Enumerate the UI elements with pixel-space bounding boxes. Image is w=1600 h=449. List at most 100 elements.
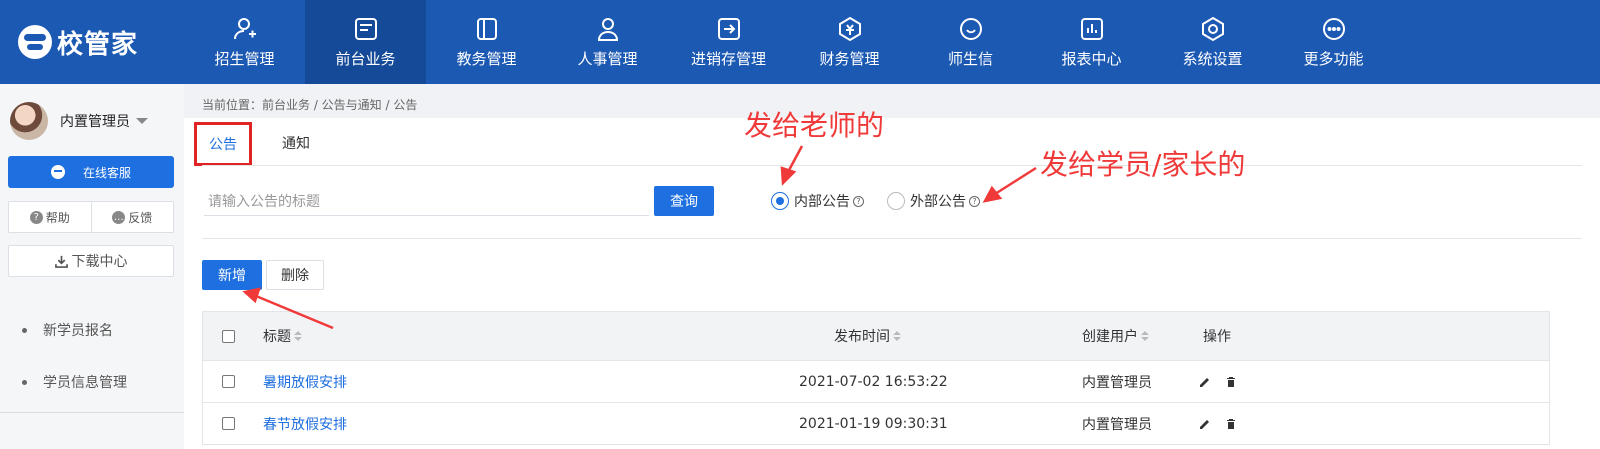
user-profile[interactable]: 内置管理员 (10, 102, 148, 140)
chat-icon (50, 165, 65, 179)
help-feedback-row: ? 帮助 … 反馈 (8, 201, 174, 233)
top-navbar: 校管家 招生管理 前台业务 教务管理 人事管理 进销存管理 财务管理 师生信 报… (0, 0, 1600, 84)
person-icon (595, 16, 621, 42)
header-user[interactable]: 创建用户 (1082, 312, 1149, 360)
select-all-checkbox[interactable] (222, 329, 235, 343)
help-label: 帮助 (45, 210, 70, 225)
nav-item-more[interactable]: 更多功能 (1273, 0, 1394, 84)
online-service-label: 在线客服 (82, 165, 131, 180)
row-user: 内置管理员 (1082, 416, 1152, 433)
trash-icon[interactable] (1224, 375, 1238, 389)
radio-external-announcement[interactable]: 外部公告 ? (887, 191, 980, 211)
table-row: 春节放假安排 2021-01-19 09:30:31 内置管理员 (202, 403, 1550, 445)
main-content: 公告 通知 请输入公告的标题 查询 内部公告 ? 外部公告 ? 新增 删除 标题… (184, 118, 1600, 449)
table-row: 暑期放假安排 2021-07-02 16:53:22 内置管理员 (202, 361, 1550, 403)
help-circle-icon[interactable]: ? (969, 195, 980, 207)
nav-item-settings[interactable]: 系统设置 (1152, 0, 1273, 84)
feedback-button[interactable]: … 反馈 (90, 202, 174, 232)
table-header: 标题 发布时间 创建用户 操作 (202, 311, 1550, 361)
avatar (10, 102, 48, 140)
query-button[interactable]: 查询 (654, 186, 714, 216)
nav-label: 进销存管理 (690, 49, 766, 68)
row-user: 内置管理员 (1082, 374, 1152, 391)
nav-item-messages[interactable]: 师生信 (910, 0, 1031, 84)
radio-dot (771, 192, 789, 210)
header-user-label: 创建用户 (1082, 329, 1138, 345)
search-input[interactable]: 请输入公告的标题 (204, 186, 649, 216)
delete-button[interactable]: 删除 (266, 260, 324, 290)
radio-dot (887, 192, 905, 210)
tabs-divider (202, 165, 1582, 166)
more-icon (1321, 16, 1347, 42)
edit-icon[interactable] (1198, 417, 1212, 431)
nav-item-reports[interactable]: 报表中心 (1031, 0, 1152, 84)
row-time: 2021-07-02 16:53:22 (799, 373, 948, 390)
logo[interactable]: 校管家 (18, 24, 138, 60)
header-ops: 操作 (1203, 329, 1231, 345)
sidebar: 内置管理员 在线客服 ? 帮助 … 反馈 下载中心 新学员报名 学员信息管理 (0, 84, 184, 449)
help-circle-icon[interactable]: ? (853, 195, 864, 207)
row-select-cell (222, 361, 235, 402)
row-ops (1198, 361, 1250, 402)
sort-icon (893, 331, 901, 341)
radio-internal-label: 内部公告 (794, 194, 850, 210)
message-icon (958, 16, 984, 42)
logo-text: 校管家 (57, 29, 139, 60)
caret-down-icon (136, 118, 148, 124)
nav-item-inventory[interactable]: 进销存管理 (668, 0, 789, 84)
nav-label: 财务管理 (819, 49, 880, 68)
question-icon: ? (29, 210, 43, 224)
radio-internal-announcement[interactable]: 内部公告 ? (771, 191, 864, 211)
book-icon (474, 16, 500, 42)
trash-icon[interactable] (1224, 417, 1238, 431)
add-button[interactable]: 新增 (202, 260, 262, 290)
nav-label: 前台业务 (335, 49, 396, 68)
nav-item-finance[interactable]: 财务管理 (789, 0, 910, 84)
person-add-icon (232, 16, 258, 42)
finance-icon (837, 16, 863, 42)
nav-label: 师生信 (947, 49, 993, 68)
header-time-label: 发布时间 (834, 329, 890, 345)
inventory-icon (716, 16, 742, 42)
nav-label: 教务管理 (456, 49, 517, 68)
nav-label: 系统设置 (1182, 49, 1243, 68)
nav-item-front-desk[interactable]: 前台业务 (305, 0, 426, 84)
annotation-teacher: 发给老师的 (744, 109, 885, 142)
tab-notice[interactable]: 通知 (282, 133, 310, 153)
report-icon (1079, 16, 1105, 42)
sort-icon (1141, 331, 1149, 341)
sidebar-divider (0, 412, 184, 413)
row-ops (1198, 403, 1250, 444)
help-button[interactable]: ? 帮助 (9, 202, 91, 232)
tab-announcement[interactable]: 公告 (194, 122, 252, 166)
announcement-table: 标题 发布时间 创建用户 操作 暑期放假安排 2021-07-02 16:53:… (202, 311, 1550, 445)
settings-icon (1200, 16, 1226, 42)
online-service-button[interactable]: 在线客服 (8, 156, 174, 188)
feedback-label: 反馈 (128, 210, 153, 225)
download-label: 下载中心 (71, 254, 128, 270)
nav-item-academic[interactable]: 教务管理 (426, 0, 547, 84)
breadcrumb: 当前位置：前台业务 / 公告与通知 / 公告 (202, 98, 418, 112)
nav-item-hr[interactable]: 人事管理 (547, 0, 668, 84)
user-name: 内置管理员 (60, 114, 130, 130)
side-item-new-student[interactable]: 新学员报名 (0, 304, 184, 356)
nav-label: 报表中心 (1061, 49, 1122, 68)
ellipsis-icon: … (112, 210, 126, 224)
download-center-button[interactable]: 下载中心 (8, 245, 174, 277)
row-title-link[interactable]: 暑期放假安排 (263, 361, 347, 402)
row-checkbox[interactable] (222, 417, 235, 430)
row-title-link[interactable]: 春节放假安排 (263, 403, 347, 444)
side-menu: 新学员报名 学员信息管理 (0, 304, 184, 408)
edit-icon[interactable] (1198, 375, 1212, 389)
nav-label: 更多功能 (1303, 49, 1364, 68)
side-item-student-info[interactable]: 学员信息管理 (0, 356, 184, 408)
row-checkbox[interactable] (222, 375, 235, 388)
nav-item-enrollment[interactable]: 招生管理 (184, 0, 305, 84)
select-all-cell (222, 312, 235, 360)
desk-icon (353, 16, 379, 42)
sort-icon (294, 331, 302, 341)
annotation-student: 发给学员/家长的 (1040, 148, 1246, 181)
header-time[interactable]: 发布时间 (834, 312, 901, 360)
main-nav: 招生管理 前台业务 教务管理 人事管理 进销存管理 财务管理 师生信 报表中心 (184, 0, 1394, 84)
header-title[interactable]: 标题 (263, 312, 302, 360)
